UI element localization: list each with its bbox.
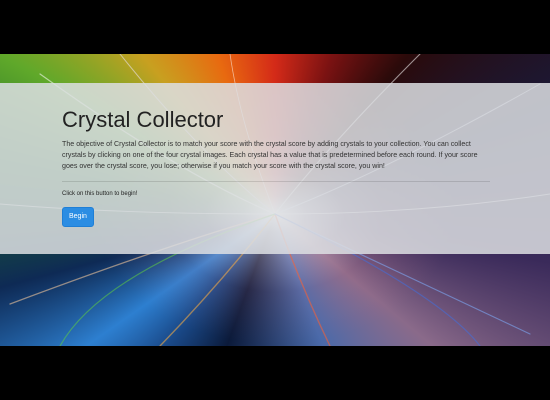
begin-prompt: Click on this button to begin! xyxy=(62,191,138,197)
begin-button[interactable]: Begin xyxy=(62,207,94,227)
jumbotron-panel: Crystal Collector The objective of Cryst… xyxy=(0,83,550,254)
page-title: Crystal Collector xyxy=(62,107,224,132)
page: Crystal Collector The objective of Cryst… xyxy=(0,0,550,400)
divider xyxy=(62,181,490,182)
game-description: The objective of Crystal Collector is to… xyxy=(62,140,478,170)
